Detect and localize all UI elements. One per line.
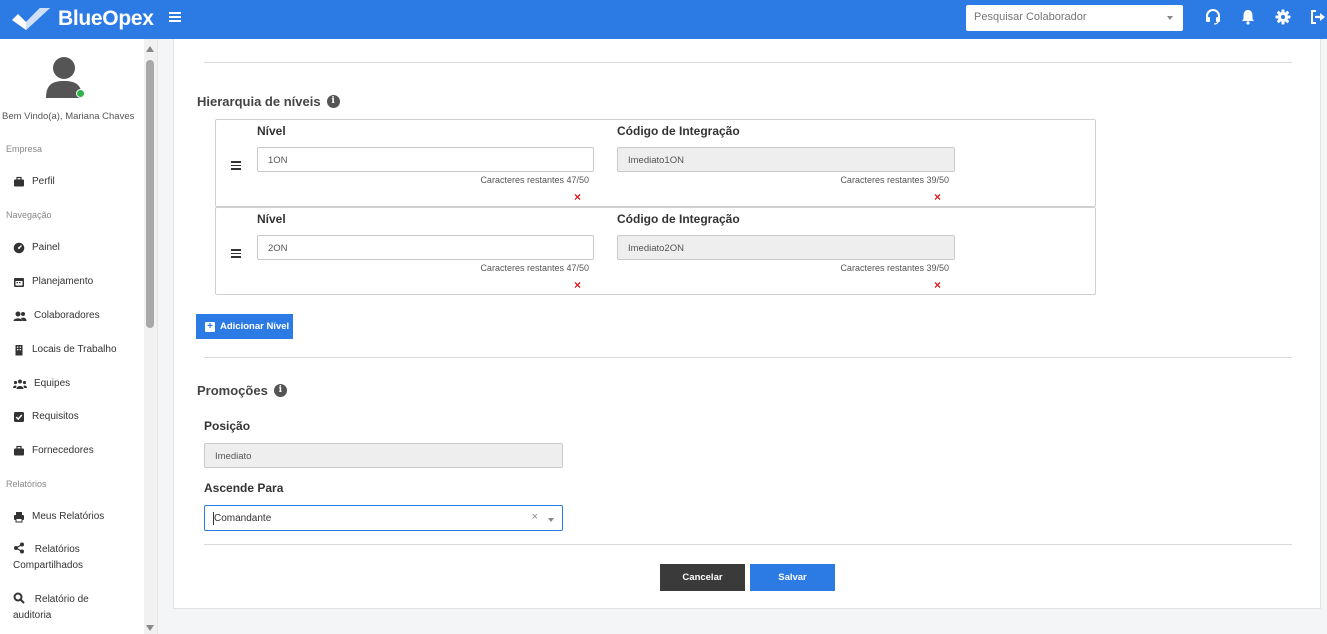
- sidebar-item-label: Requisitos: [32, 411, 79, 422]
- sidebar-item-label-line2: Compartilhados: [13, 560, 84, 571]
- sidebar-item-label: Locais de Trabalho: [32, 344, 117, 355]
- sidebar-item-fornecedores[interactable]: Fornecedores: [13, 443, 94, 459]
- share-icon: [14, 542, 24, 554]
- clear-selection-icon[interactable]: ×: [532, 511, 538, 523]
- sidebar-item-label: Fornecedores: [32, 445, 94, 456]
- chevron-down-icon: [1167, 16, 1173, 20]
- dashboard-gauge-icon: [13, 242, 25, 254]
- add-level-button[interactable]: + Adicionar Nível: [196, 314, 293, 339]
- promotions-section-title: Promoções i: [197, 383, 287, 398]
- building-icon: [15, 345, 23, 356]
- info-icon[interactable]: i: [273, 384, 287, 397]
- integration-code-label: Código de Integração: [617, 212, 740, 226]
- sidebar-item-perfil[interactable]: Perfil: [13, 174, 55, 190]
- level-char-counter: Caracteres restantes 47/50: [480, 175, 589, 185]
- level-input[interactable]: 2ON: [257, 235, 594, 260]
- sidebar: Bem Vindo(a), Mariana Chaves Empresa Per…: [0, 39, 158, 634]
- menu-toggle-icon[interactable]: [169, 9, 183, 29]
- gear-icon[interactable]: [1274, 8, 1292, 26]
- sidebar-item-relatorios-compartilhados[interactable]: Relatórios Compartilhados: [13, 542, 138, 574]
- welcome-text: Bem Vindo(a), Mariana Chaves: [2, 111, 135, 122]
- remove-code-icon[interactable]: ×: [934, 191, 941, 203]
- briefcase-icon: [14, 176, 24, 187]
- online-status-dot: [76, 89, 85, 98]
- top-bar: BlueOpex Pesquisar Colaborador: [0, 0, 1327, 39]
- integration-code-char-counter: Caracteres restantes 39/50: [840, 175, 949, 185]
- calendar-icon: [14, 278, 24, 287]
- users-icon: [13, 311, 27, 321]
- level-row: Nível 2ON Caracteres restantes 47/50 × C…: [215, 207, 1096, 295]
- bell-icon[interactable]: [1239, 8, 1257, 26]
- sidebar-item-locais[interactable]: Locais de Trabalho: [13, 342, 117, 358]
- plus-square-icon: +: [205, 321, 215, 332]
- logo-check-icon: [12, 8, 50, 30]
- chevron-down-icon[interactable]: [548, 518, 554, 522]
- sidebar-item-equipes[interactable]: Equipes: [13, 376, 70, 392]
- level-row: Nível 1ON Caracteres restantes 47/50 × C…: [215, 119, 1096, 207]
- add-level-label: Adicionar Nível: [220, 321, 290, 332]
- employee-search-select[interactable]: Pesquisar Colaborador: [966, 5, 1183, 31]
- logout-icon[interactable]: [1308, 8, 1326, 26]
- scroll-down-arrow-icon[interactable]: [146, 625, 154, 631]
- sidebar-item-label: Meus Relatórios: [32, 511, 105, 522]
- position-label: Posição: [204, 419, 251, 433]
- ascends-to-value: Comandante: [214, 513, 272, 524]
- divider: [204, 357, 1292, 358]
- hierarchy-section-title: Hierarquia de níveis i: [197, 94, 340, 109]
- remove-code-icon[interactable]: ×: [934, 279, 941, 291]
- save-button[interactable]: Salvar: [750, 564, 835, 591]
- text-cursor: [213, 512, 214, 525]
- section-label-relatorios: Relatórios: [6, 479, 47, 489]
- position-input[interactable]: Imediato: [204, 443, 563, 468]
- brand-name: BlueOpex: [58, 7, 154, 30]
- sidebar-item-label: Relatórios: [34, 544, 80, 555]
- sidebar-scroll-thumb[interactable]: [146, 60, 154, 328]
- sidebar-item-label: Painel: [32, 242, 60, 253]
- sidebar-item-planejamento[interactable]: Planejamento: [13, 274, 93, 290]
- integration-code-input[interactable]: Imediato1ON: [617, 147, 955, 172]
- sidebar-item-requisitos[interactable]: Requisitos: [13, 409, 79, 425]
- remove-level-icon[interactable]: ×: [574, 279, 581, 291]
- sidebar-item-colaboradores[interactable]: Colaboradores: [13, 308, 100, 324]
- section-label-empresa: Empresa: [6, 144, 43, 154]
- level-input[interactable]: 1ON: [257, 147, 594, 172]
- checkbox-icon: [14, 412, 24, 422]
- scroll-up-arrow-icon[interactable]: [146, 46, 154, 52]
- search-document-icon: [13, 592, 25, 605]
- promotions-title: Promoções: [197, 383, 268, 398]
- sidebar-item-meus-relatorios[interactable]: Meus Relatórios: [13, 509, 104, 525]
- remove-level-icon[interactable]: ×: [574, 191, 581, 203]
- sidebar-item-relatorio-auditoria[interactable]: Relatório de auditoria: [13, 592, 138, 624]
- sidebar-item-label: Equipes: [34, 378, 71, 389]
- level-label: Nível: [257, 124, 286, 138]
- drag-handle-icon[interactable]: [231, 249, 241, 258]
- drag-handle-icon[interactable]: [231, 161, 241, 170]
- main-card: Hierarquia de níveis i Nível 1ON Caracte…: [173, 39, 1321, 609]
- integration-code-label: Código de Integração: [617, 124, 740, 138]
- info-icon[interactable]: i: [326, 95, 340, 108]
- brand-logo[interactable]: BlueOpex: [12, 5, 154, 33]
- integration-code-input[interactable]: Imediato2ON: [617, 235, 955, 260]
- sidebar-item-label: Perfil: [32, 176, 55, 187]
- sidebar-item-label: Colaboradores: [34, 310, 100, 321]
- printer-icon: [14, 512, 24, 523]
- ascends-to-label: Ascende Para: [204, 481, 284, 495]
- level-char-counter: Caracteres restantes 47/50: [480, 263, 589, 273]
- team-icon: [13, 379, 27, 389]
- divider: [204, 544, 1292, 545]
- briefcase-icon: [14, 445, 24, 456]
- sidebar-item-label: Relatório de: [34, 594, 89, 605]
- level-label: Nível: [257, 212, 286, 226]
- divider: [204, 62, 1292, 63]
- sidebar-item-label-line2: auditoria: [13, 610, 52, 621]
- section-label-navegacao: Navegação: [6, 210, 52, 220]
- search-placeholder: Pesquisar Colaborador: [974, 11, 1087, 23]
- headset-icon[interactable]: [1204, 8, 1222, 26]
- sidebar-item-label: Planejamento: [32, 276, 94, 287]
- ascends-to-select[interactable]: Comandante ×: [204, 505, 563, 531]
- cancel-button[interactable]: Cancelar: [660, 564, 745, 591]
- hierarchy-title: Hierarquia de níveis: [197, 94, 321, 109]
- sidebar-item-painel[interactable]: Painel: [13, 240, 60, 256]
- integration-code-char-counter: Caracteres restantes 39/50: [840, 263, 949, 273]
